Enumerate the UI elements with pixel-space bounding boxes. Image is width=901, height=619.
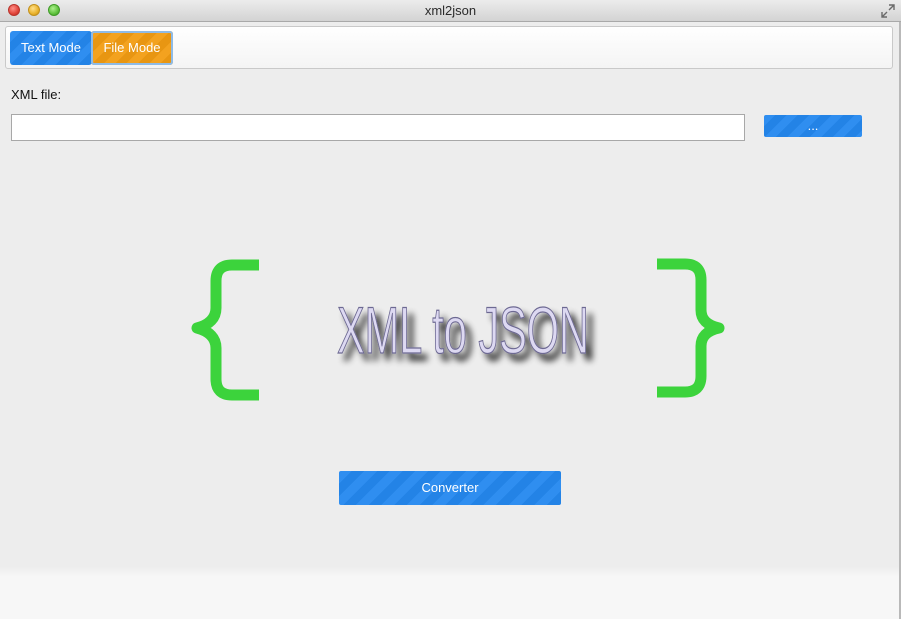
xml-file-label: XML file: [11,87,62,102]
convert-button[interactable]: Converter [339,471,561,505]
text-mode-button[interactable]: Text Mode [10,31,92,65]
footer-area [0,566,899,619]
browse-file-button[interactable]: ... [764,115,862,137]
fullscreen-icon[interactable] [881,4,895,18]
left-brace-icon [191,259,259,401]
xml-file-path-input[interactable] [11,114,745,141]
window-title: xml2json [424,3,477,18]
right-brace-icon [657,258,725,398]
title-bar: xml2json [0,0,901,22]
file-mode-button[interactable]: File Mode [91,31,173,65]
logo-text: XML to JSON [337,293,589,367]
mode-toolbar: Text Mode File Mode [5,26,893,69]
xml-to-json-logo: XML to JSON [191,258,725,401]
